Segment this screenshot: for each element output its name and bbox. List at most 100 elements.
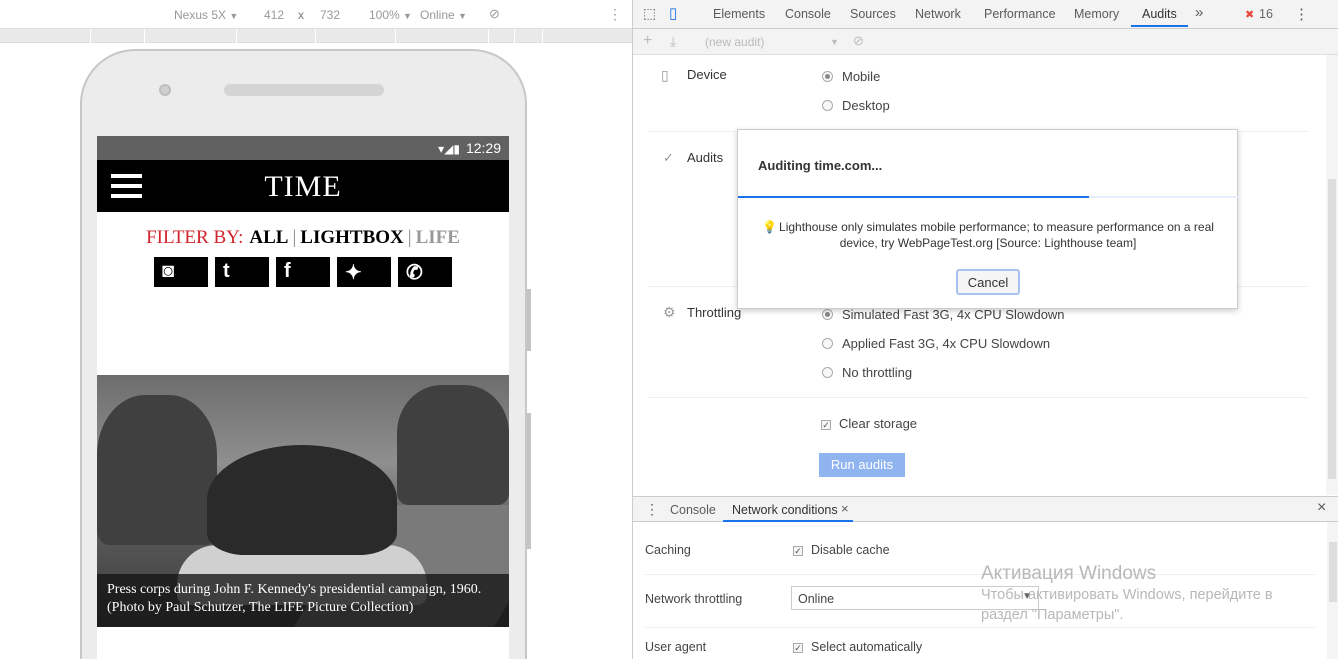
cancel-button[interactable]: Cancel [956, 269, 1020, 295]
progress-bar [738, 196, 1089, 198]
photo-crowd [207, 445, 397, 555]
site-header: TIME [97, 160, 509, 212]
chevron-down-icon: ▼ [403, 11, 412, 21]
select-value: Online [798, 592, 835, 606]
run-audits-button[interactable]: Run audits [819, 453, 905, 477]
add-audit-icon[interactable]: + [643, 32, 652, 50]
tab-network[interactable]: Network [915, 7, 961, 21]
audit-report-select[interactable]: (new audit) [705, 35, 764, 49]
clear-icon[interactable]: ⊘ [853, 33, 864, 49]
auditing-dialog: Auditing time.com... 💡 Lighthouse only si… [737, 129, 1239, 309]
whatsapp-button[interactable]: ✆ [398, 257, 452, 287]
tab-memory[interactable]: Memory [1074, 7, 1119, 21]
radio-label: No throttling [842, 365, 913, 380]
disable-cache-checkbox[interactable]: ✓ Disable cache [793, 543, 890, 557]
zoom-select[interactable]: 100% ▼ [369, 8, 412, 22]
scrollbar-thumb[interactable] [1329, 542, 1337, 602]
phone-screen[interactable]: ▾◢▮ 12:29 TIME FILTER BY: ALL | LIGHTBOX | LIF… [97, 136, 509, 659]
tab-audits[interactable]: Audits [1142, 7, 1177, 21]
more-tabs-icon[interactable]: » [1195, 4, 1203, 21]
more-options-icon[interactable]: ⋮ [608, 6, 622, 23]
width-input[interactable]: 412 [264, 8, 284, 22]
tab-console[interactable]: Console [785, 7, 831, 21]
filter-option-all[interactable]: ALL [249, 227, 288, 248]
panel-scrollbar[interactable] [1326, 55, 1338, 495]
media-query-ruler[interactable] [0, 29, 632, 43]
radio-label: Mobile [842, 69, 881, 84]
clear-storage-checkbox[interactable]: ✓ Clear storage [821, 416, 917, 431]
facebook-icon: f [284, 260, 291, 282]
instagram-button[interactable]: ◙ [154, 257, 208, 287]
drawer-scrollbar[interactable] [1327, 522, 1338, 659]
device-option-mobile[interactable]: Mobile [822, 69, 880, 84]
facebook-button[interactable]: f [276, 257, 330, 287]
site-logo[interactable]: TIME [97, 170, 509, 204]
network-select[interactable]: Online ▼ [420, 8, 467, 22]
device-section-label: Device [687, 67, 727, 82]
divider [645, 627, 1315, 628]
download-icon[interactable]: ⤓ [670, 33, 676, 50]
watermark-line: раздел "Параметры". [981, 607, 1124, 623]
throttling-option-none[interactable]: No throttling [822, 365, 912, 380]
devtools-tab-bar: ⬚ ▯ Elements Console Sources Network Per… [633, 0, 1338, 29]
filter-option-lightbox[interactable]: LIGHTBOX [300, 227, 403, 248]
filter-label: FILTER BY: [146, 227, 244, 248]
rotate-icon[interactable]: ⊘ [489, 6, 500, 22]
drawer-tab-console[interactable]: Console [670, 503, 716, 517]
radio-button [822, 100, 833, 111]
twitter-button[interactable]: ✦ [337, 257, 391, 287]
signal-icons: ▾◢▮ [438, 142, 460, 156]
status-bar: ▾◢▮ 12:29 [97, 136, 509, 160]
tumblr-icon: t [223, 260, 230, 282]
dialog-message: 💡 Lighthouse only simulates mobile perfor… [758, 219, 1218, 251]
tab-sources[interactable]: Sources [850, 7, 896, 21]
height-input[interactable]: 732 [320, 8, 340, 22]
inspect-element-icon[interactable]: ⬚ [643, 5, 656, 22]
tab-performance[interactable]: Performance [984, 7, 1056, 21]
throttling-option-simulated[interactable]: Simulated Fast 3G, 4x CPU Slowdown [822, 307, 1065, 322]
article-photo[interactable]: Press corps during John F. Kennedy's pre… [97, 375, 509, 627]
gear-icon: ⚙ [663, 304, 676, 320]
checkbox-label: Select automatically [811, 640, 923, 654]
radio-label: Applied Fast 3G, 4x CPU Slowdown [842, 336, 1051, 351]
audits-panel: ▯ Device Mobile Desktop ✓ Audits ⚙ Throt… [633, 55, 1327, 495]
radio-label: Desktop [842, 98, 890, 113]
photo-trees [97, 395, 217, 545]
close-drawer-icon[interactable]: × [1317, 499, 1326, 517]
device-option-desktop[interactable]: Desktop [822, 98, 890, 113]
tab-elements[interactable]: Elements [713, 7, 765, 21]
radio-label: Simulated Fast 3G, 4x CPU Slowdown [842, 307, 1065, 322]
select-automatically-checkbox[interactable]: ✓ Select automatically [793, 640, 922, 654]
filter-separator: | [407, 227, 412, 248]
checkbox-icon: ✓ [821, 420, 831, 430]
error-icon[interactable]: ✖ [1245, 8, 1254, 21]
radio-button [822, 71, 833, 82]
throttling-option-applied[interactable]: Applied Fast 3G, 4x CPU Slowdown [822, 336, 1050, 351]
chevron-down-icon: ▼ [458, 11, 467, 21]
tumblr-button[interactable]: t [215, 257, 269, 287]
audits-section-label: Audits [687, 150, 724, 165]
filter-option-life[interactable]: LIFE [416, 227, 460, 248]
device-emulation-area: Nexus 5X ▼ 412 x 732 100% ▼ Online ▼ ⊘ ⋮… [0, 0, 632, 659]
device-select[interactable]: Nexus 5X ▼ [174, 8, 238, 22]
radio-button [822, 309, 833, 320]
drawer-menu-icon[interactable]: ⋮ [645, 501, 659, 518]
checkbox-label: Disable cache [811, 543, 890, 557]
device-toolbar-icon[interactable]: ▯ [669, 4, 677, 22]
instagram-icon: ◙ [162, 260, 175, 282]
audits-toolbar: + ⤓ (new audit) ▼ ⊘ [633, 29, 1338, 55]
status-time: 12:29 [465, 140, 501, 156]
scrollbar-thumb[interactable] [1328, 179, 1336, 479]
checkbox-icon: ✓ [793, 643, 803, 653]
lightbulb-icon: 💡 [762, 220, 778, 234]
close-tab-icon[interactable]: × [841, 501, 849, 516]
radio-button [822, 338, 833, 349]
throttling-section-label: Throttling [687, 305, 742, 320]
drawer-tab-network-conditions[interactable]: Network conditions [732, 503, 838, 517]
devtools-menu-icon[interactable]: ⋮ [1294, 5, 1309, 23]
device-name: Nexus 5X [174, 8, 227, 22]
caching-label: Caching [645, 543, 691, 557]
photo-caption: Press corps during John F. Kennedy's pre… [97, 574, 509, 627]
error-count[interactable]: 16 [1259, 7, 1273, 21]
dimension-separator: x [298, 8, 304, 22]
